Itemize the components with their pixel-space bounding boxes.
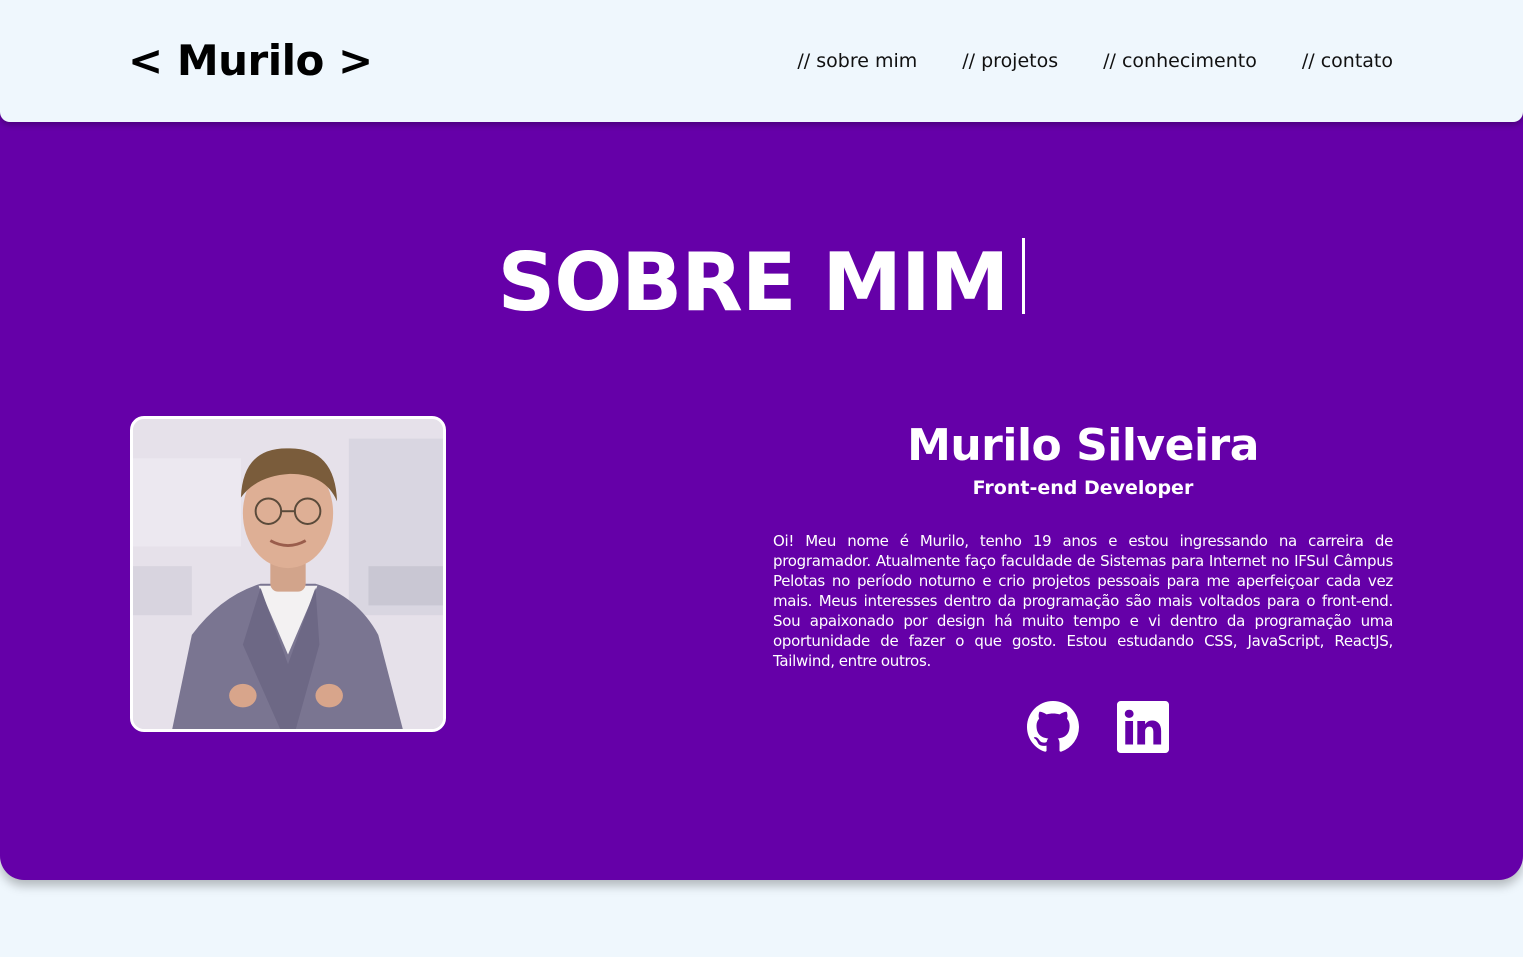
site-header: < Murilo > // sobre mim // projetos // c… — [0, 0, 1523, 122]
nav-link-conhecimento[interactable]: // conhecimento — [1103, 48, 1257, 74]
typing-cursor — [1022, 238, 1026, 314]
site-logo[interactable]: < Murilo > — [128, 34, 373, 88]
profile-role: Front-end Developer — [972, 477, 1194, 499]
about-section: SOBRE MIM Murilo Silveira Front-end Deve… — [0, 108, 1523, 880]
nav-link-projetos[interactable]: // projetos — [962, 48, 1058, 74]
github-link[interactable] — [1027, 701, 1079, 753]
profile-name: Murilo Silveira — [907, 420, 1259, 471]
profile-info: Murilo Silveira Front-end Developer Oi! … — [773, 418, 1393, 753]
nav-link-contato[interactable]: // contato — [1302, 48, 1393, 74]
social-links — [773, 701, 1393, 753]
section-title: SOBRE MIM — [0, 233, 1523, 333]
linkedin-icon — [1117, 701, 1169, 753]
profile-photo-illustration — [133, 419, 443, 729]
section-title-text: SOBRE MIM — [497, 236, 1010, 329]
github-icon — [1027, 701, 1079, 752]
profile-bio: Oi! Meu nome é Murilo, tenho 19 anos e e… — [773, 532, 1393, 670]
nav-link-sobre-mim[interactable]: // sobre mim — [797, 48, 917, 74]
main-nav: // sobre mim // projetos // conhecimento… — [797, 48, 1393, 74]
linkedin-link[interactable] — [1117, 701, 1169, 753]
profile-photo — [130, 416, 446, 732]
